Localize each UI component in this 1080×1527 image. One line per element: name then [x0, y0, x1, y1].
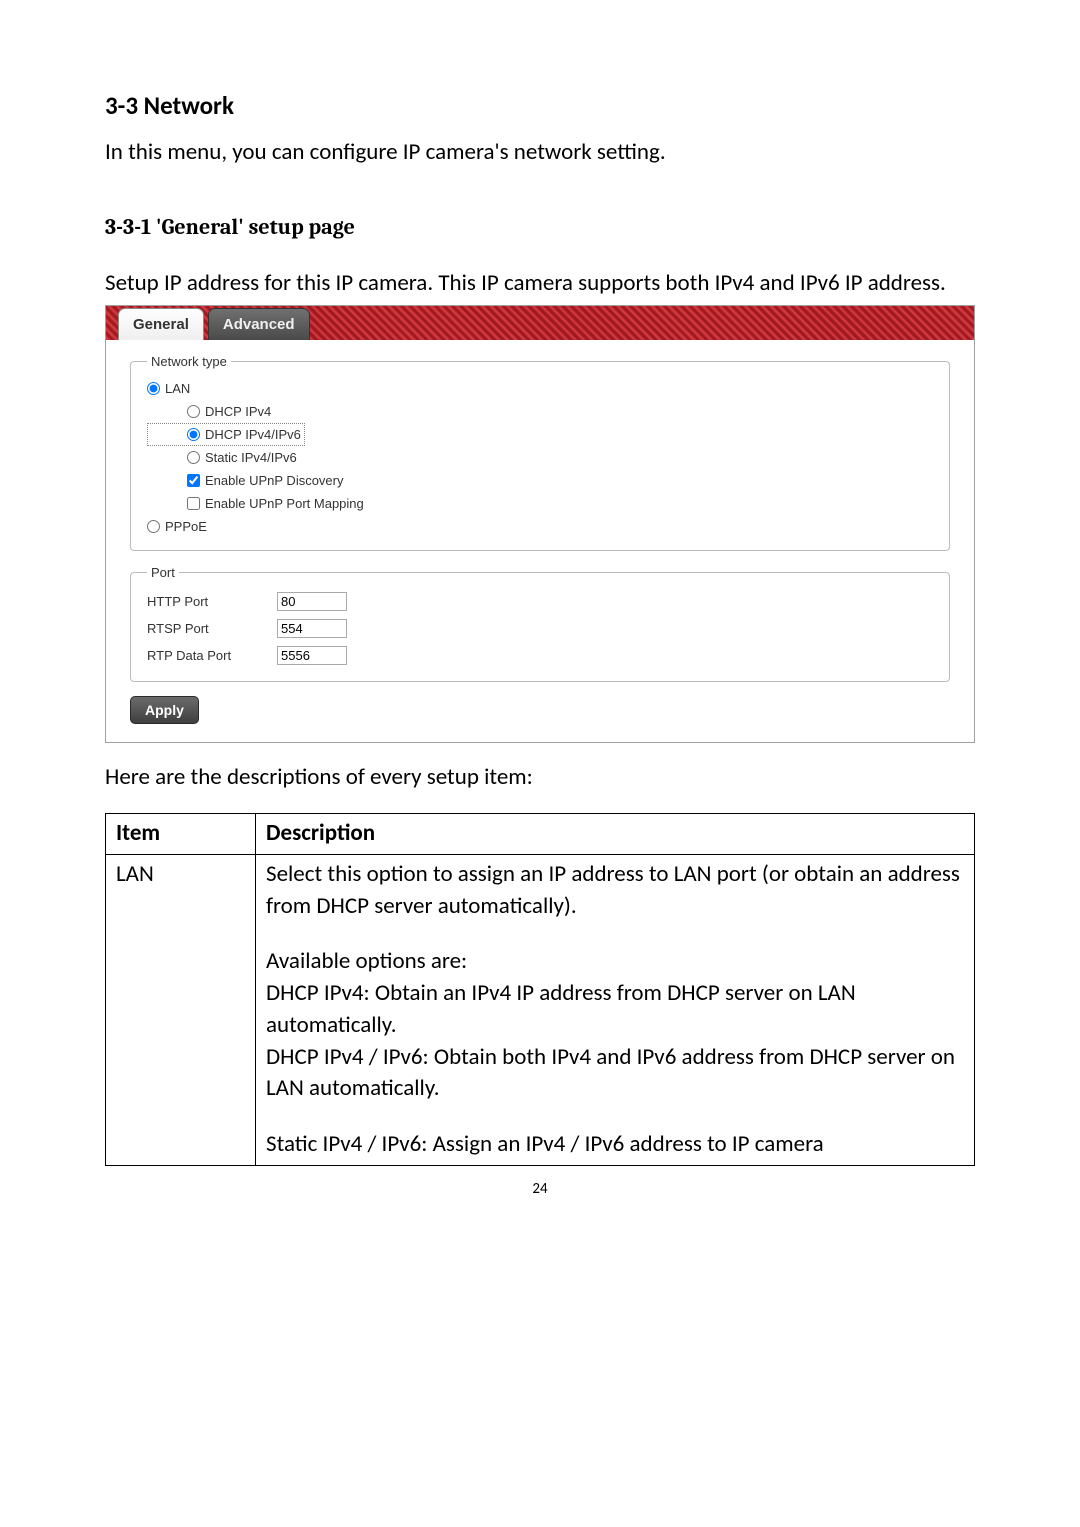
screenshot-followup-text: Here are the descriptions of every setup…: [105, 763, 975, 791]
pppoe-radio[interactable]: [147, 520, 160, 533]
dhcp-ipv4-radio[interactable]: [187, 405, 200, 418]
section-heading: 3-3 Network: [105, 90, 975, 121]
apply-button[interactable]: Apply: [130, 696, 199, 724]
lan-radio-row[interactable]: LAN: [147, 377, 933, 400]
lan-desc-static: Static IPv4 / IPv6: Assign an IPv4 / IPv…: [266, 1129, 964, 1161]
upnp-discovery-checkbox[interactable]: [187, 474, 200, 487]
rtsp-port-input[interactable]: [277, 619, 347, 638]
network-type-group: Network type LAN DHCP IPv4 DHCP IPv4/IPv…: [130, 354, 950, 551]
rtsp-port-row: RTSP Port: [147, 615, 933, 642]
page-number: 24: [105, 1180, 975, 1198]
dhcp-ipv4-row[interactable]: DHCP IPv4: [147, 400, 933, 423]
tab-general[interactable]: General: [118, 308, 204, 340]
dhcp-ipv4-ipv6-row[interactable]: DHCP IPv4/IPv6: [147, 423, 305, 446]
description-table: Item Description LAN Select this option …: [105, 813, 975, 1166]
tab-advanced[interactable]: Advanced: [208, 308, 310, 340]
upnp-port-mapping-row[interactable]: Enable UPnP Port Mapping: [147, 492, 933, 515]
pppoe-label: PPPoE: [165, 519, 207, 534]
network-settings-screenshot: General Advanced Network type LAN DHCP I…: [105, 305, 975, 743]
settings-panel: Network type LAN DHCP IPv4 DHCP IPv4/IPv…: [106, 340, 974, 742]
tab-bar: General Advanced: [106, 306, 974, 340]
upnp-port-mapping-label: Enable UPnP Port Mapping: [205, 496, 364, 511]
network-type-legend: Network type: [147, 354, 231, 369]
lan-desc-p1: Select this option to assign an IP addre…: [266, 859, 964, 922]
header-item: Item: [106, 814, 256, 855]
rtp-data-port-label: RTP Data Port: [147, 648, 277, 663]
lan-desc-dhcp-ipv4-ipv6: DHCP IPv4 / IPv6: Obtain both IPv4 and I…: [266, 1042, 964, 1105]
lan-desc-dhcp-ipv4: DHCP IPv4: Obtain an IPv4 IP address fro…: [266, 978, 964, 1041]
upnp-discovery-row[interactable]: Enable UPnP Discovery: [147, 469, 933, 492]
subsection-heading: 3-3-1 'General' setup page: [105, 214, 975, 240]
subsection-intro-text: Setup IP address for this IP camera. Thi…: [105, 268, 975, 299]
section-intro-text: In this menu, you can configure IP camer…: [105, 137, 975, 168]
http-port-input[interactable]: [277, 592, 347, 611]
port-legend: Port: [147, 565, 179, 580]
lan-radio[interactable]: [147, 382, 160, 395]
http-port-label: HTTP Port: [147, 594, 277, 609]
table-header-row: Item Description: [106, 814, 975, 855]
lan-desc-options-heading: Available options are:: [266, 946, 964, 978]
rtp-data-port-input[interactable]: [277, 646, 347, 665]
static-ipv4-ipv6-label: Static IPv4/IPv6: [205, 450, 297, 465]
static-ipv4-ipv6-row[interactable]: Static IPv4/IPv6: [147, 446, 933, 469]
dhcp-ipv4-ipv6-label: DHCP IPv4/IPv6: [205, 427, 301, 442]
upnp-discovery-label: Enable UPnP Discovery: [205, 473, 344, 488]
pppoe-radio-row[interactable]: PPPoE: [147, 515, 933, 538]
cell-item-lan: LAN: [106, 854, 256, 1165]
dhcp-ipv4-ipv6-radio[interactable]: [187, 428, 200, 441]
rtp-data-port-row: RTP Data Port: [147, 642, 933, 669]
cell-desc-lan: Select this option to assign an IP addre…: [256, 854, 975, 1165]
port-group: Port HTTP Port RTSP Port RTP Data Port: [130, 565, 950, 682]
upnp-port-mapping-checkbox[interactable]: [187, 497, 200, 510]
table-row: LAN Select this option to assign an IP a…: [106, 854, 975, 1165]
dhcp-ipv4-label: DHCP IPv4: [205, 404, 271, 419]
lan-label: LAN: [165, 381, 190, 396]
http-port-row: HTTP Port: [147, 588, 933, 615]
header-description: Description: [256, 814, 975, 855]
rtsp-port-label: RTSP Port: [147, 621, 277, 636]
static-ipv4-ipv6-radio[interactable]: [187, 451, 200, 464]
